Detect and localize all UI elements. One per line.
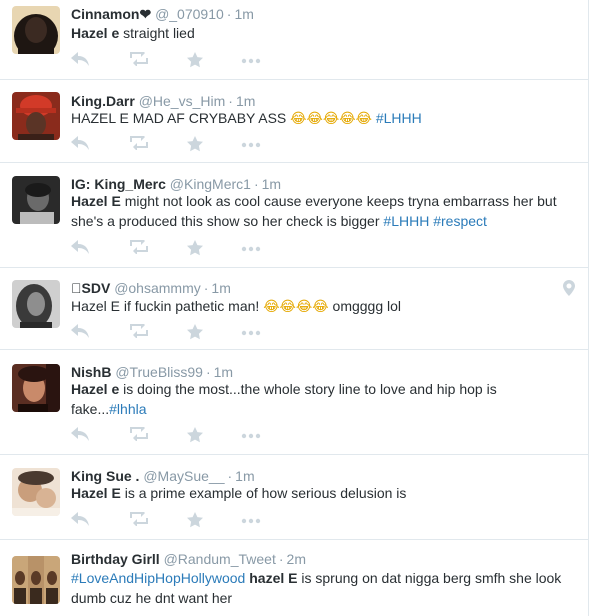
user-handle[interactable]: @TrueBliss99 <box>115 364 203 380</box>
retweet-icon[interactable] <box>129 52 149 70</box>
reply-icon[interactable] <box>71 427 91 445</box>
tweet-text: Hazel e is doing the most...the whole st… <box>71 379 571 419</box>
user-fullname[interactable]: Cinnamon❤ <box>71 6 151 22</box>
highlighted-keyword: Hazel E <box>71 193 121 209</box>
reply-icon[interactable] <box>71 136 91 154</box>
favorite-star-icon[interactable] <box>187 324 207 342</box>
tweet-timestamp[interactable]: 2m <box>287 551 306 567</box>
text-segment: omgggg lol <box>328 298 402 314</box>
avatar[interactable] <box>12 176 60 224</box>
user-fullname[interactable]: NishB <box>71 364 111 380</box>
more-dots-icon[interactable] <box>241 433 261 451</box>
reply-icon[interactable] <box>71 240 91 258</box>
tweet[interactable]: IG: King_Merc @KingMerc1 · 1m Hazel E migh… <box>0 163 589 268</box>
avatar[interactable] <box>12 556 60 604</box>
text-segment: is a prime example of how serious delusi… <box>120 485 407 501</box>
reply-icon[interactable] <box>71 512 91 530</box>
tweet-timestamp[interactable]: 1m <box>234 6 253 22</box>
avatar[interactable] <box>12 92 60 140</box>
highlighted-keyword: Hazel e <box>71 381 120 397</box>
tweet[interactable]: 󾠠SDV @ohsammmy · 1m Hazel E if fuckin path… <box>0 268 589 350</box>
more-dots-icon[interactable] <box>241 518 261 536</box>
avatar[interactable] <box>12 364 60 412</box>
reply-icon[interactable] <box>71 52 91 70</box>
user-handle[interactable]: @MaySue__ <box>143 468 224 484</box>
tweet[interactable]: Cinnamon❤ @_070910 · 1m Hazel e straight l… <box>0 0 589 80</box>
text-segment: HAZEL E MAD AF CRYBABY ASS <box>71 110 291 126</box>
hashtag-link[interactable]: #LHHH <box>383 213 429 229</box>
retweet-icon[interactable] <box>129 427 149 445</box>
user-handle[interactable]: @_070910 <box>155 6 224 22</box>
emoji-group: 😂😂😂😂 <box>263 299 329 315</box>
user-handle[interactable]: @KingMerc1 <box>170 176 251 192</box>
hashtag-link[interactable]: #lhhla <box>109 401 146 417</box>
separator-dot: · <box>253 176 259 192</box>
favorite-star-icon[interactable] <box>187 52 207 70</box>
tweet[interactable]: King Sue . @MaySue__ · 1m Hazel E is a pri… <box>0 455 589 540</box>
user-handle[interactable]: @He_vs_Him <box>139 93 226 109</box>
user-handle[interactable]: @Randum_Tweet <box>164 551 276 567</box>
retweet-icon[interactable] <box>129 240 149 258</box>
separator-dot: · <box>227 468 233 484</box>
emoji-group: 😂😂😂😂😂 <box>290 111 372 127</box>
retweet-icon[interactable] <box>129 136 149 154</box>
tweet[interactable]: King.Darr @He_vs_Him · 1m HAZEL E MAD AF C… <box>0 80 589 163</box>
separator-dot: · <box>205 364 211 380</box>
hashtag-link[interactable]: #LHHH <box>376 110 422 126</box>
user-fullname[interactable]: King Sue . <box>71 468 139 484</box>
reply-icon[interactable] <box>71 324 91 342</box>
user-fullname[interactable]: Birthday Girll <box>71 551 160 567</box>
user-fullname[interactable]: IG: King_Merc <box>71 176 166 192</box>
text-segment: Hazel E if fuckin pathetic man! <box>71 298 264 314</box>
tweet-header: Birthday Girll @Randum_Tweet · 2m <box>71 550 306 568</box>
user-handle[interactable]: @ohsammmy <box>114 280 201 296</box>
hashtag-link[interactable]: #LoveAndHipHopHollywood <box>71 570 245 586</box>
tweet[interactable]: NishB @TrueBliss99 · 1m Hazel e is doing t… <box>0 350 589 455</box>
hashtag-link[interactable]: #respect <box>433 213 487 229</box>
avatar[interactable] <box>12 6 60 54</box>
separator-dot: · <box>228 93 233 109</box>
avatar[interactable] <box>12 468 60 516</box>
retweet-icon[interactable] <box>129 324 149 342</box>
favorite-star-icon[interactable] <box>187 512 207 530</box>
tweet-timestamp[interactable]: 1m <box>236 93 255 109</box>
tweet-text: Hazel E if fuckin pathetic man! 😂😂😂😂 omg… <box>71 296 571 317</box>
favorite-star-icon[interactable] <box>187 427 207 445</box>
more-dots-icon[interactable] <box>241 142 261 160</box>
tweet-text: Hazel E might not look as cool cause eve… <box>71 191 571 231</box>
tweet-text: HAZEL E MAD AF CRYBABY ASS 😂😂😂😂😂 #LHHH <box>71 108 571 129</box>
highlighted-keyword: Hazel E <box>71 485 121 501</box>
tweet-text: #LoveAndHipHopHollywood hazel E is sprun… <box>71 568 571 608</box>
retweet-icon[interactable] <box>129 512 149 530</box>
highlighted-keyword: hazel E <box>249 570 298 586</box>
avatar[interactable] <box>12 280 60 328</box>
favorite-star-icon[interactable] <box>187 136 207 154</box>
user-fullname[interactable]: 󾠠SDV <box>71 280 110 296</box>
tweet-timestamp[interactable]: 1m <box>211 280 230 296</box>
more-dots-icon[interactable] <box>241 330 261 348</box>
location-pin-icon[interactable] <box>563 280 575 296</box>
tweet-text: Hazel e straight lied <box>71 23 571 43</box>
favorite-star-icon[interactable] <box>187 240 207 258</box>
text-segment: straight lied <box>119 25 195 41</box>
tweet[interactable]: Birthday Girll @Randum_Tweet · 2m #LoveAnd… <box>0 540 589 616</box>
highlighted-keyword: Hazel e <box>71 25 120 41</box>
tweet-timestamp[interactable]: 1m <box>262 176 281 192</box>
tweet-header: 󾠠SDV @ohsammmy · 1m <box>71 279 231 297</box>
more-dots-icon[interactable] <box>241 246 261 264</box>
tweet-text: Hazel E is a prime example of how seriou… <box>71 483 571 503</box>
separator-dot: · <box>226 6 232 22</box>
tweet-timestamp[interactable]: 1m <box>214 364 233 380</box>
separator-dot: · <box>278 551 284 567</box>
more-dots-icon[interactable] <box>241 58 261 76</box>
tweet-timestamp[interactable]: 1m <box>235 468 254 484</box>
separator-dot: · <box>203 280 209 296</box>
user-fullname[interactable]: King.Darr <box>71 93 135 109</box>
tweet-header: Cinnamon❤ @_070910 · 1m <box>71 5 254 23</box>
